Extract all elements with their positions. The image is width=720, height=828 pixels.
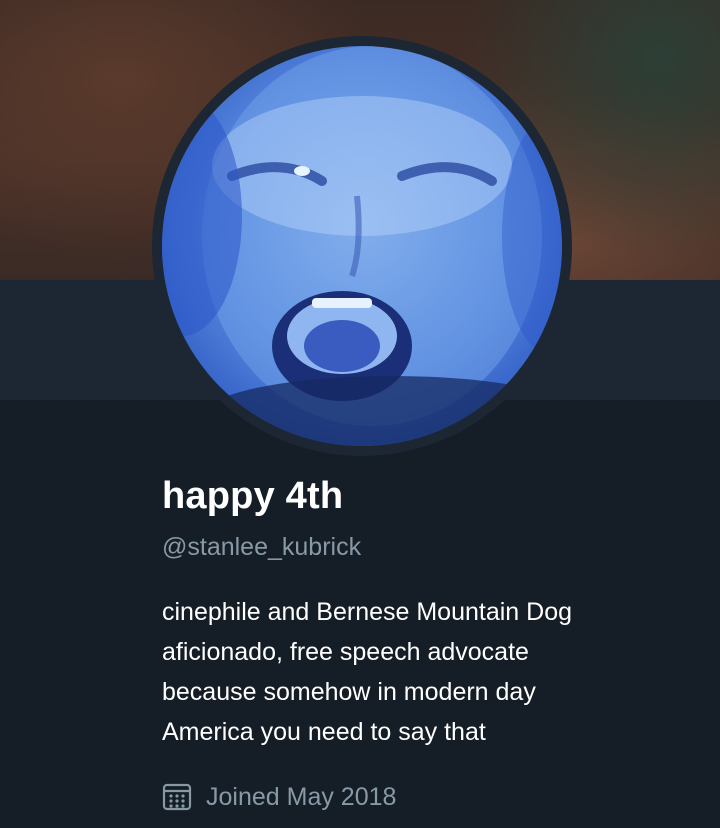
calendar-icon: [162, 782, 192, 812]
avatar[interactable]: [162, 46, 562, 446]
profile-bio: cinephile and Bernese Mountain Dog afici…: [162, 598, 572, 746]
profile-page: happy 4th @stanlee_kubrick cinephile and…: [0, 0, 720, 828]
display-name: happy 4th: [162, 475, 344, 517]
joined-date-label: Joined May 2018: [206, 782, 397, 811]
joined-date-row: Joined May 2018: [162, 780, 396, 814]
username-handle: @stanlee_kubrick: [162, 533, 362, 561]
avatar-image: [162, 46, 562, 446]
